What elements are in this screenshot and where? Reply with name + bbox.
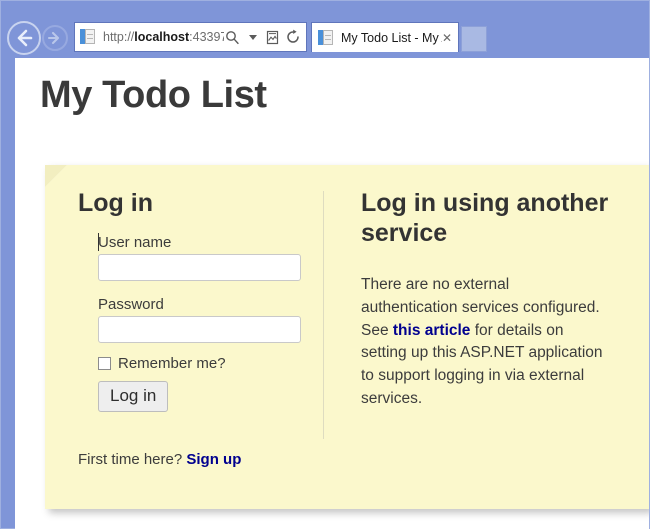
browser-tab[interactable]: My Todo List - My A... ✕ bbox=[311, 22, 459, 52]
page-title: My Todo List bbox=[40, 74, 267, 116]
text-caret bbox=[98, 233, 99, 251]
login-form-column: Log in User name Password Remember me? L… bbox=[78, 189, 308, 412]
close-icon[interactable]: ✕ bbox=[442, 32, 452, 44]
login-panel: Log in User name Password Remember me? L… bbox=[45, 165, 649, 509]
back-button[interactable] bbox=[7, 21, 41, 55]
remember-me-label: Remember me? bbox=[118, 354, 226, 372]
address-bar[interactable]: http://localhost:43397/ bbox=[74, 22, 307, 52]
username-label: User name bbox=[98, 233, 172, 251]
arrow-right-icon bbox=[47, 31, 60, 45]
remember-me-row[interactable]: Remember me? bbox=[98, 355, 308, 372]
signup-prompt: First time here? bbox=[78, 451, 183, 468]
external-service-heading: Log in using another service bbox=[361, 189, 609, 247]
signup-link[interactable]: Sign up bbox=[186, 451, 241, 468]
browser-window: http://localhost:43397/ bbox=[0, 0, 650, 529]
tab-title: My Todo List - My A... bbox=[341, 30, 442, 45]
url-rest: :43397/ bbox=[189, 30, 224, 44]
search-icon[interactable] bbox=[224, 28, 241, 47]
signup-row: First time here? Sign up bbox=[78, 451, 241, 468]
new-tab-button[interactable] bbox=[461, 26, 487, 52]
url-scheme: http:// bbox=[103, 30, 135, 44]
username-input[interactable] bbox=[98, 253, 301, 281]
column-divider bbox=[323, 191, 324, 439]
navigation-buttons bbox=[7, 21, 71, 55]
remember-me-checkbox[interactable] bbox=[98, 356, 111, 370]
browser-chrome-bar: http://localhost:43397/ bbox=[1, 1, 649, 58]
page-viewport: My Todo List Log in User name Password R… bbox=[15, 58, 649, 529]
arrow-left-icon bbox=[17, 29, 33, 47]
refresh-icon[interactable] bbox=[284, 28, 301, 47]
url-text: http://localhost:43397/ bbox=[103, 30, 224, 44]
external-service-paragraph: There are no external authentication ser… bbox=[361, 274, 609, 411]
this-article-link[interactable]: this article bbox=[393, 322, 471, 339]
forward-button[interactable] bbox=[42, 25, 68, 51]
panel-fold-triangle bbox=[45, 165, 67, 187]
address-bar-icons bbox=[224, 28, 301, 47]
login-submit-button[interactable]: Log in bbox=[98, 380, 169, 412]
compatibility-view-icon[interactable] bbox=[264, 28, 281, 47]
document-icon bbox=[79, 28, 97, 46]
url-host: localhost bbox=[134, 30, 190, 44]
login-heading: Log in bbox=[78, 189, 153, 217]
document-icon bbox=[317, 29, 335, 47]
external-service-column: Log in using another service There are n… bbox=[361, 189, 621, 411]
password-input[interactable] bbox=[98, 315, 301, 343]
password-label: Password bbox=[98, 295, 164, 313]
chevron-down-icon[interactable] bbox=[244, 28, 261, 47]
